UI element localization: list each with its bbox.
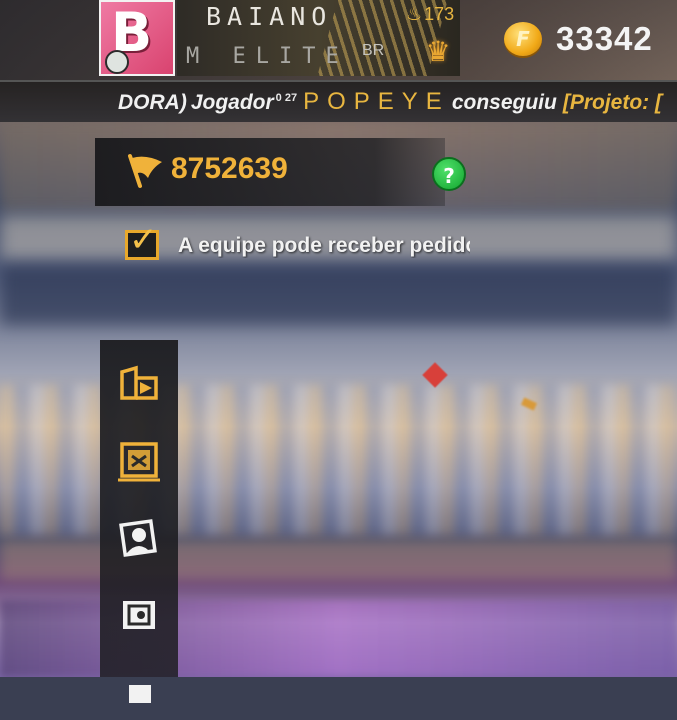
- menu-storage-button[interactable]: [100, 424, 178, 494]
- marker-diamond: [422, 362, 448, 388]
- check-icon: ✓: [129, 220, 158, 260]
- region-tag: BR: [362, 42, 385, 59]
- player-level: ♨ 173: [406, 4, 455, 24]
- storage-icon: [118, 442, 160, 482]
- guild-points: 8752639: [171, 152, 288, 185]
- avatar[interactable]: B: [99, 0, 175, 76]
- ticker-text-2: conseguiu: [451, 91, 557, 114]
- level-flame-icon: ♨: [406, 4, 423, 24]
- ticker-highlight: [Projeto: [: [562, 91, 662, 114]
- help-button[interactable]: ?: [432, 157, 466, 191]
- flag-icon: [128, 154, 162, 188]
- news-ticker: DORA) Jogador 0 27 POPEYEconseguiu [Projeto:…: [0, 80, 677, 122]
- guild-name: M ELITE: [186, 44, 349, 69]
- requests-checkbox[interactable]: ✓: [125, 223, 159, 260]
- gold-amount: 33342: [556, 20, 653, 57]
- more-icon: [129, 685, 151, 703]
- requests-label: A equipe pode receber pedidos: [178, 234, 470, 257]
- members-icon: [119, 519, 157, 557]
- vault-icon: [123, 601, 155, 629]
- ticker-player: POPEYE: [303, 88, 450, 115]
- gold-coin-icon: F: [504, 22, 542, 56]
- player-nickname: BAIANO: [206, 2, 333, 31]
- ticker-text: Jogador: [190, 91, 274, 114]
- menu-vault-button[interactable]: [100, 580, 178, 650]
- home-icon: [120, 365, 158, 400]
- ticker-sup: 0 27: [275, 92, 298, 104]
- rank-badge-icon: ♛: [425, 35, 451, 68]
- skull-emblem-icon: [105, 50, 129, 74]
- ticker-prefix: DORA): [118, 91, 187, 114]
- menu-home-button[interactable]: [100, 346, 178, 416]
- menu-members-button[interactable]: [100, 502, 178, 572]
- menu-more-button[interactable]: [100, 650, 178, 720]
